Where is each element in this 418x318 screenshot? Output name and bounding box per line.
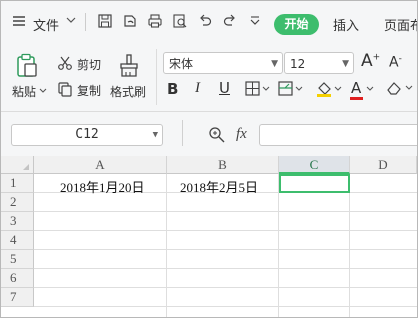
formula-divider	[182, 120, 183, 146]
gridline	[278, 174, 279, 317]
tab-page-layout[interactable]: 页面布	[384, 15, 417, 34]
chevron-down-icon[interactable]	[65, 14, 81, 30]
border-icon[interactable]	[245, 81, 271, 97]
chevron-down-icon: ▼	[152, 130, 158, 140]
undo-icon[interactable]	[197, 13, 213, 29]
clear-eraser-icon[interactable]	[385, 80, 415, 96]
quick-access-dropdown-icon[interactable]	[247, 13, 263, 29]
row-header-4[interactable]: 4	[1, 231, 34, 250]
underline-button[interactable]: U	[219, 79, 230, 97]
column-header-b[interactable]: B	[167, 156, 279, 174]
name-box-value: C12	[75, 127, 99, 142]
paste-dropdown-icon[interactable]	[39, 87, 47, 95]
fx-button[interactable]: fx	[236, 126, 247, 143]
gridline	[34, 230, 417, 231]
gridline	[34, 211, 417, 212]
ribbon-divider	[156, 49, 157, 105]
cell-b1[interactable]: 2018年2月5日	[180, 177, 258, 196]
tab-insert[interactable]: 插入	[333, 15, 359, 34]
spreadsheet-window: 文件 开始 插入 页面布	[0, 0, 418, 318]
paste-icon[interactable]	[15, 53, 39, 79]
select-all-corner[interactable]	[1, 156, 34, 174]
row-header-6[interactable]: 6	[1, 269, 34, 288]
row-header-7[interactable]: 7	[1, 288, 34, 307]
copy-icon[interactable]	[57, 81, 73, 97]
gridline	[34, 268, 417, 269]
print-preview-icon[interactable]	[172, 13, 188, 29]
column-header-a[interactable]: A	[34, 156, 167, 174]
gridline	[166, 174, 167, 317]
gridline	[349, 174, 350, 317]
menu-bar: 文件 开始 插入 页面布	[1, 1, 417, 43]
gridline	[34, 249, 417, 250]
row-header-2[interactable]: 2	[1, 193, 34, 212]
row-header-5[interactable]: 5	[1, 250, 34, 269]
grow-font-button[interactable]: A+	[361, 51, 380, 71]
format-painter-icon[interactable]	[117, 53, 141, 79]
shrink-font-letter: A	[389, 54, 399, 71]
scissors-icon[interactable]	[57, 55, 73, 71]
selected-cell-c1[interactable]	[279, 174, 350, 193]
gridline	[34, 306, 417, 307]
tab-start[interactable]: 开始	[274, 14, 319, 35]
output-pdf-icon[interactable]	[122, 13, 138, 29]
font-size-value: 12	[290, 57, 306, 71]
row-header-3[interactable]: 3	[1, 212, 34, 231]
paste-button[interactable]: 粘贴	[12, 83, 36, 100]
chevron-down-icon[interactable]	[366, 85, 374, 93]
format-painter-button[interactable]: 格式刷	[110, 83, 146, 100]
formula-bar: C12 ▼ fx	[1, 112, 417, 152]
chevron-down-icon: ▼	[342, 59, 349, 69]
bold-button[interactable]: B	[167, 80, 178, 98]
font-size-select[interactable]: 12 ▼	[284, 52, 354, 74]
row-header-1[interactable]: 1	[1, 174, 34, 193]
print-icon[interactable]	[147, 13, 163, 29]
fill-pattern-icon[interactable]	[278, 81, 304, 97]
cut-button[interactable]: 剪切	[77, 56, 101, 73]
gridline	[34, 287, 417, 288]
formula-input[interactable]	[259, 124, 417, 146]
sheet-grid[interactable]: A B C D 1 2 3 4 5 6 7 2018年1月20日 2018年2月…	[1, 156, 417, 317]
shrink-font-button[interactable]: A-	[389, 54, 402, 71]
font-color-button[interactable]: A	[351, 79, 361, 97]
chevron-down-icon: ▼	[271, 59, 278, 69]
italic-button[interactable]: I	[195, 80, 200, 97]
font-color-swatch	[350, 97, 363, 100]
name-box[interactable]: C12 ▼	[11, 124, 163, 146]
file-menu[interactable]: 文件	[33, 15, 59, 34]
save-icon[interactable]	[97, 13, 113, 29]
font-color-letter: A	[351, 79, 362, 97]
column-header-d[interactable]: D	[350, 156, 417, 174]
copy-button[interactable]: 复制	[77, 82, 101, 99]
fill-color-icon[interactable]	[315, 80, 343, 98]
redo-icon[interactable]	[222, 13, 238, 29]
menu-icon[interactable]	[11, 13, 27, 29]
font-name-value: 宋体	[169, 57, 194, 71]
ribbon: 粘贴 剪切 复制 格式刷 宋体 ▼ 12 ▼ A+ A- B I U A	[1, 43, 417, 112]
grow-font-letter: A	[361, 51, 373, 71]
font-name-select[interactable]: 宋体 ▼	[163, 52, 283, 74]
column-header-c[interactable]: C	[279, 156, 350, 174]
cell-a1[interactable]: 2018年1月20日	[60, 177, 145, 196]
zoom-search-icon[interactable]	[208, 126, 226, 144]
